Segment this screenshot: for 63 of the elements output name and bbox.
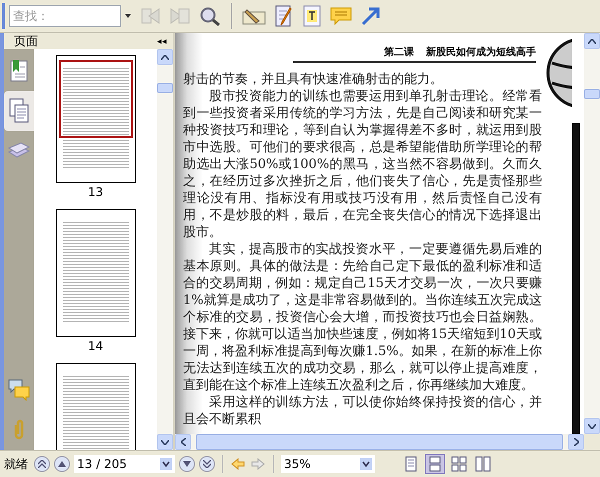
page-number: 13 [88,185,104,199]
status-text: 就绪 [4,456,28,472]
scrollbar-thumb[interactable] [196,434,563,450]
zoom-field[interactable]: 35% [281,455,375,473]
up-caret-icon [161,54,169,60]
page-number-field[interactable]: 13 / 205 [74,455,175,473]
page-number: 14 [88,339,104,353]
single-page-icon [405,456,417,472]
up-triangle-icon [58,461,66,467]
scrollbar-thumb[interactable] [157,83,173,93]
scroll-up-button[interactable] [157,49,173,65]
paragraph: 其实，提高股市的实战投资水平，一定要遵循先易后难的基本原则。具体的做法是：先给自己定下最低的盈利标准和适合的交易周期，例如：规定自己15天才交易一次，一次只要赚1%就算是成功了，这是非常容易做到的。当你连续五次完成这个标准的交易，投资信心会大增，而投资技巧也会日益娴熟。接下来，你就可以适当加快些速度，例如将15天缩短到10天或一周，将盈利标准提高到每次赚1.5%。如果，在新的标准上你无法达到连续五次的成功交易，那么，就可以停止提高难度，直到能在这个标准上连续五次盈利之后，你再继续加大难度。 [183,241,542,394]
right-arrow-icon [251,458,265,470]
dropdown-caret-icon[interactable] [160,458,172,470]
search-icon [199,6,221,26]
lesson-label: 第二课 [384,46,414,59]
down-caret-icon [161,440,169,444]
pages-icon [8,98,30,124]
last-page-button[interactable] [199,456,215,472]
speech-bubble-icon [330,6,352,26]
left-caret-icon [180,438,186,446]
page-thumbnail[interactable] [56,209,136,337]
right-caret-icon [574,438,578,446]
chapter-title: 新股民如何成为短线高手 [426,45,536,59]
collapse-panel-button[interactable]: ◂◂ [157,36,167,46]
scrollbar-thumb[interactable] [584,89,600,99]
continuous-view-button[interactable] [425,454,445,474]
first-page-button[interactable] [34,456,50,472]
previous-page-button[interactable] [54,456,70,472]
down-triangle-icon [183,461,191,467]
down-caret-icon [588,424,596,428]
continuous-pages-icon [429,456,441,472]
next-icon [169,6,191,26]
dropdown-caret-icon[interactable] [125,14,131,18]
bookmark-icon [9,59,29,83]
page-thumbnail[interactable] [56,55,136,183]
note-pencil-icon [274,5,294,27]
scroll-left-button[interactable] [175,434,191,450]
arrow-icon [360,6,382,26]
dropdown-caret-icon[interactable] [360,458,372,470]
scroll-down-button[interactable] [157,434,173,450]
comments-icon [8,379,30,401]
double-up-chevron-icon [38,460,46,468]
paragraph: 射击的节奏，并且具有快速准确射击的能力。 [183,71,444,88]
paperclip-icon [12,419,26,441]
double-down-chevron-icon [203,460,211,468]
scroll-down-button[interactable] [584,418,600,434]
two-columns-icon [475,456,491,472]
search-field[interactable]: 查找： [9,5,121,27]
four-pages-icon [451,456,467,472]
left-arrow-icon [231,458,245,470]
scroll-up-button[interactable] [584,33,600,49]
text-box-icon [302,5,322,27]
panel-title: 页面 [14,32,38,50]
pages-tab[interactable] [4,91,34,131]
up-caret-icon [588,38,596,44]
facing-view-button[interactable] [449,454,469,474]
previous-icon [139,6,161,26]
next-page-button[interactable] [179,456,195,472]
paragraph: 股市投资能力的训练也需要运用到单孔射击理论。经常看到一些投资者采用传统的学习方法，先是自己阅读和研究某一种投资技巧和理论，等到自认为掌握得差不多时，就运用到股市中选股。可他们的要求很高，总是希望能借助所学理论的帮助选出大涨50%或100%的黑马，这当然不容易做到。久而久之，在经历过多次挫折之后，他们丧失了信心，先是责怪那些理论没有用、指标没有用或技巧没有用，然后责怪自己没有用，不是炒股的料，最后，在完全丧失信心的情况下选择退出股市。 [183,88,542,241]
continuous-facing-view-button[interactable] [473,454,493,474]
scroll-right-button[interactable] [568,434,584,450]
paragraph: 采用这样的训练方法，可以使你始终保持投资的信心，并且会不断累积 [183,394,542,428]
